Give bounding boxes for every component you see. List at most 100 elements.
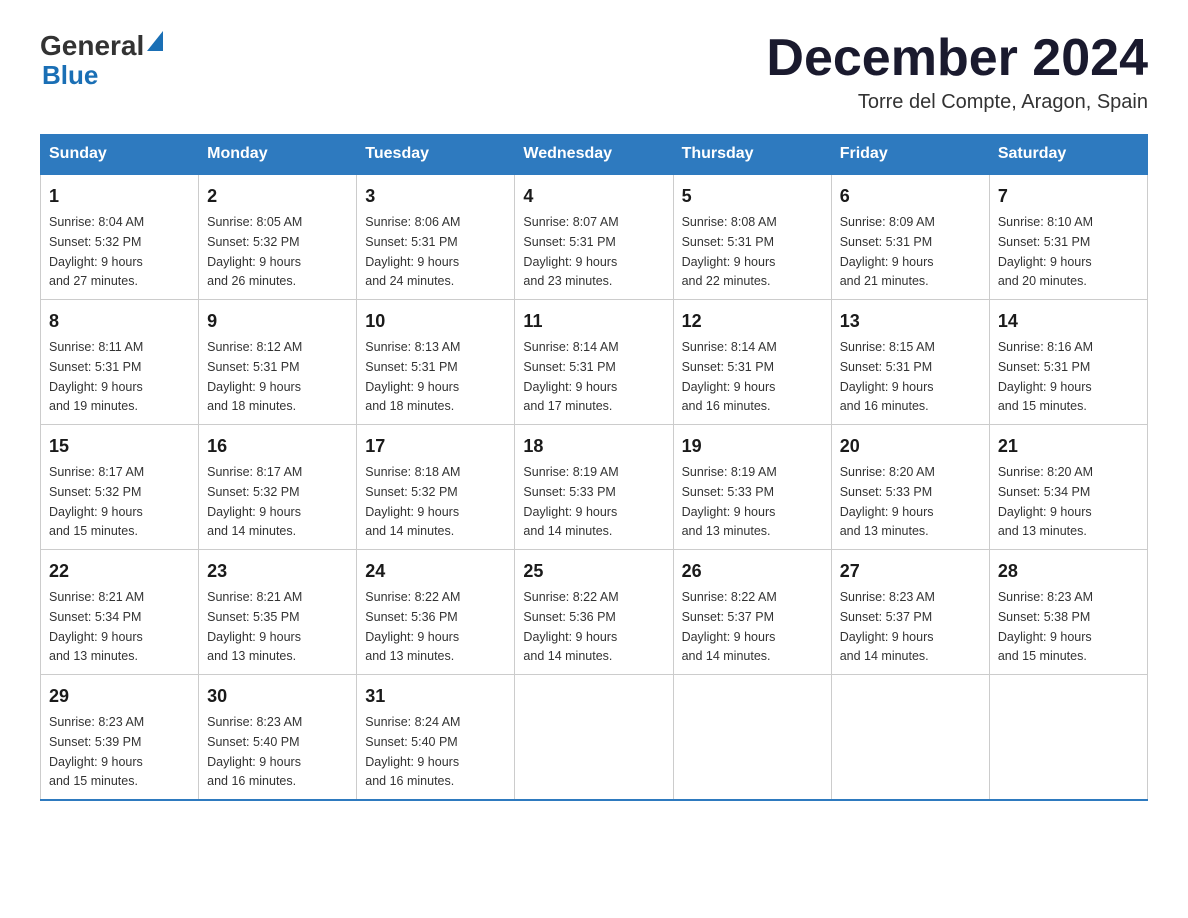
calendar-cell: 8Sunrise: 8:11 AM Sunset: 5:31 PM Daylig… <box>41 300 199 425</box>
day-info: Sunrise: 8:14 AM Sunset: 5:31 PM Dayligh… <box>682 340 777 413</box>
day-info: Sunrise: 8:16 AM Sunset: 5:31 PM Dayligh… <box>998 340 1093 413</box>
title-area: December 2024 Torre del Compte, Aragon, … <box>766 30 1148 114</box>
day-of-week-header: Saturday <box>989 135 1147 175</box>
calendar-table: SundayMondayTuesdayWednesdayThursdayFrid… <box>40 134 1148 801</box>
logo-area: General Blue <box>40 30 163 91</box>
calendar-cell: 11Sunrise: 8:14 AM Sunset: 5:31 PM Dayli… <box>515 300 673 425</box>
day-info: Sunrise: 8:23 AM Sunset: 5:37 PM Dayligh… <box>840 590 935 663</box>
calendar-cell: 18 Sunrise: 8:19 AM Sunset: 5:33 PM Dayli… <box>515 425 673 550</box>
day-of-week-header: Wednesday <box>515 135 673 175</box>
calendar-cell: 10 Sunrise: 8:13 AM Sunset: 5:31 PM Dayli… <box>357 300 515 425</box>
calendar-cell: 13 Sunrise: 8:15 AM Sunset: 5:31 PM Dayli… <box>831 300 989 425</box>
calendar-week-row: 15 Sunrise: 8:17 AM Sunset: 5:32 PM Dayli… <box>41 425 1148 550</box>
day-number: 20 <box>840 433 981 460</box>
calendar-week-row: 1Sunrise: 8:04 AM Sunset: 5:32 PM Daylig… <box>41 174 1148 300</box>
day-info: Sunrise: 8:05 AM Sunset: 5:32 PM Dayligh… <box>207 215 302 288</box>
day-info: Sunrise: 8:20 AM Sunset: 5:34 PM Dayligh… <box>998 465 1093 538</box>
calendar-week-row: 8Sunrise: 8:11 AM Sunset: 5:31 PM Daylig… <box>41 300 1148 425</box>
calendar-cell: 2 Sunrise: 8:05 AM Sunset: 5:32 PM Daylig… <box>199 174 357 300</box>
day-number: 26 <box>682 558 823 585</box>
day-of-week-header: Sunday <box>41 135 199 175</box>
calendar-cell: 3Sunrise: 8:06 AM Sunset: 5:31 PM Daylig… <box>357 174 515 300</box>
calendar-cell <box>515 675 673 801</box>
calendar-cell: 5 Sunrise: 8:08 AM Sunset: 5:31 PM Daylig… <box>673 174 831 300</box>
day-info: Sunrise: 8:12 AM Sunset: 5:31 PM Dayligh… <box>207 340 302 413</box>
calendar-cell: 21 Sunrise: 8:20 AM Sunset: 5:34 PM Dayli… <box>989 425 1147 550</box>
day-of-week-header: Friday <box>831 135 989 175</box>
day-info: Sunrise: 8:18 AM Sunset: 5:32 PM Dayligh… <box>365 465 460 538</box>
day-info: Sunrise: 8:19 AM Sunset: 5:33 PM Dayligh… <box>682 465 777 538</box>
day-number: 31 <box>365 683 506 710</box>
day-info: Sunrise: 8:24 AM Sunset: 5:40 PM Dayligh… <box>365 715 460 788</box>
calendar-cell: 12 Sunrise: 8:14 AM Sunset: 5:31 PM Dayli… <box>673 300 831 425</box>
calendar-cell: 6 Sunrise: 8:09 AM Sunset: 5:31 PM Daylig… <box>831 174 989 300</box>
location-title: Torre del Compte, Aragon, Spain <box>766 91 1148 114</box>
day-number: 5 <box>682 183 823 210</box>
calendar-cell: 30 Sunrise: 8:23 AM Sunset: 5:40 PM Dayli… <box>199 675 357 801</box>
day-number: 24 <box>365 558 506 585</box>
calendar-cell: 31 Sunrise: 8:24 AM Sunset: 5:40 PM Dayli… <box>357 675 515 801</box>
header: General Blue December 2024 Torre del Com… <box>40 30 1148 114</box>
day-number: 30 <box>207 683 348 710</box>
day-info: Sunrise: 8:08 AM Sunset: 5:31 PM Dayligh… <box>682 215 777 288</box>
day-number: 11 <box>523 308 664 335</box>
day-info: Sunrise: 8:21 AM Sunset: 5:34 PM Dayligh… <box>49 590 144 663</box>
day-info: Sunrise: 8:10 AM Sunset: 5:31 PM Dayligh… <box>998 215 1093 288</box>
day-number: 23 <box>207 558 348 585</box>
calendar-week-row: 29Sunrise: 8:23 AM Sunset: 5:39 PM Dayli… <box>41 675 1148 801</box>
day-info: Sunrise: 8:17 AM Sunset: 5:32 PM Dayligh… <box>207 465 302 538</box>
day-number: 27 <box>840 558 981 585</box>
calendar-cell: 22 Sunrise: 8:21 AM Sunset: 5:34 PM Dayli… <box>41 550 199 675</box>
day-info: Sunrise: 8:22 AM Sunset: 5:36 PM Dayligh… <box>523 590 618 663</box>
day-number: 19 <box>682 433 823 460</box>
calendar-cell: 23 Sunrise: 8:21 AM Sunset: 5:35 PM Dayli… <box>199 550 357 675</box>
calendar-cell: 27 Sunrise: 8:23 AM Sunset: 5:37 PM Dayli… <box>831 550 989 675</box>
day-info: Sunrise: 8:17 AM Sunset: 5:32 PM Dayligh… <box>49 465 144 538</box>
calendar-cell: 14 Sunrise: 8:16 AM Sunset: 5:31 PM Dayli… <box>989 300 1147 425</box>
logo-wrapper: General <box>40 30 163 62</box>
day-number: 12 <box>682 308 823 335</box>
calendar-cell: 29Sunrise: 8:23 AM Sunset: 5:39 PM Dayli… <box>41 675 199 801</box>
calendar-cell: 19 Sunrise: 8:19 AM Sunset: 5:33 PM Dayli… <box>673 425 831 550</box>
calendar-cell: 9Sunrise: 8:12 AM Sunset: 5:31 PM Daylig… <box>199 300 357 425</box>
calendar-cell: 1Sunrise: 8:04 AM Sunset: 5:32 PM Daylig… <box>41 174 199 300</box>
calendar-cell: 16 Sunrise: 8:17 AM Sunset: 5:32 PM Dayli… <box>199 425 357 550</box>
day-number: 21 <box>998 433 1139 460</box>
day-info: Sunrise: 8:19 AM Sunset: 5:33 PM Dayligh… <box>523 465 618 538</box>
calendar-cell: 24Sunrise: 8:22 AM Sunset: 5:36 PM Dayli… <box>357 550 515 675</box>
day-number: 8 <box>49 308 190 335</box>
day-number: 28 <box>998 558 1139 585</box>
calendar-cell <box>831 675 989 801</box>
calendar-cell <box>989 675 1147 801</box>
day-of-week-header: Tuesday <box>357 135 515 175</box>
day-number: 16 <box>207 433 348 460</box>
calendar-cell: 20Sunrise: 8:20 AM Sunset: 5:33 PM Dayli… <box>831 425 989 550</box>
day-number: 22 <box>49 558 190 585</box>
calendar-cell: 25 Sunrise: 8:22 AM Sunset: 5:36 PM Dayli… <box>515 550 673 675</box>
day-number: 10 <box>365 308 506 335</box>
day-info: Sunrise: 8:09 AM Sunset: 5:31 PM Dayligh… <box>840 215 935 288</box>
logo-triangle-icon <box>147 31 163 56</box>
day-info: Sunrise: 8:21 AM Sunset: 5:35 PM Dayligh… <box>207 590 302 663</box>
day-number: 18 <box>523 433 664 460</box>
day-info: Sunrise: 8:22 AM Sunset: 5:37 PM Dayligh… <box>682 590 777 663</box>
day-number: 25 <box>523 558 664 585</box>
day-info: Sunrise: 8:15 AM Sunset: 5:31 PM Dayligh… <box>840 340 935 413</box>
month-title: December 2024 <box>766 30 1148 87</box>
day-number: 14 <box>998 308 1139 335</box>
calendar-week-row: 22 Sunrise: 8:21 AM Sunset: 5:34 PM Dayli… <box>41 550 1148 675</box>
calendar-cell: 7Sunrise: 8:10 AM Sunset: 5:31 PM Daylig… <box>989 174 1147 300</box>
day-number: 4 <box>523 183 664 210</box>
day-number: 15 <box>49 433 190 460</box>
calendar-cell: 17Sunrise: 8:18 AM Sunset: 5:32 PM Dayli… <box>357 425 515 550</box>
day-number: 6 <box>840 183 981 210</box>
calendar-cell <box>673 675 831 801</box>
day-of-week-header: Thursday <box>673 135 831 175</box>
day-info: Sunrise: 8:23 AM Sunset: 5:39 PM Dayligh… <box>49 715 144 788</box>
day-number: 2 <box>207 183 348 210</box>
calendar-cell: 28Sunrise: 8:23 AM Sunset: 5:38 PM Dayli… <box>989 550 1147 675</box>
day-info: Sunrise: 8:13 AM Sunset: 5:31 PM Dayligh… <box>365 340 460 413</box>
logo-blue-text: Blue <box>42 60 98 91</box>
day-number: 13 <box>840 308 981 335</box>
day-info: Sunrise: 8:23 AM Sunset: 5:40 PM Dayligh… <box>207 715 302 788</box>
